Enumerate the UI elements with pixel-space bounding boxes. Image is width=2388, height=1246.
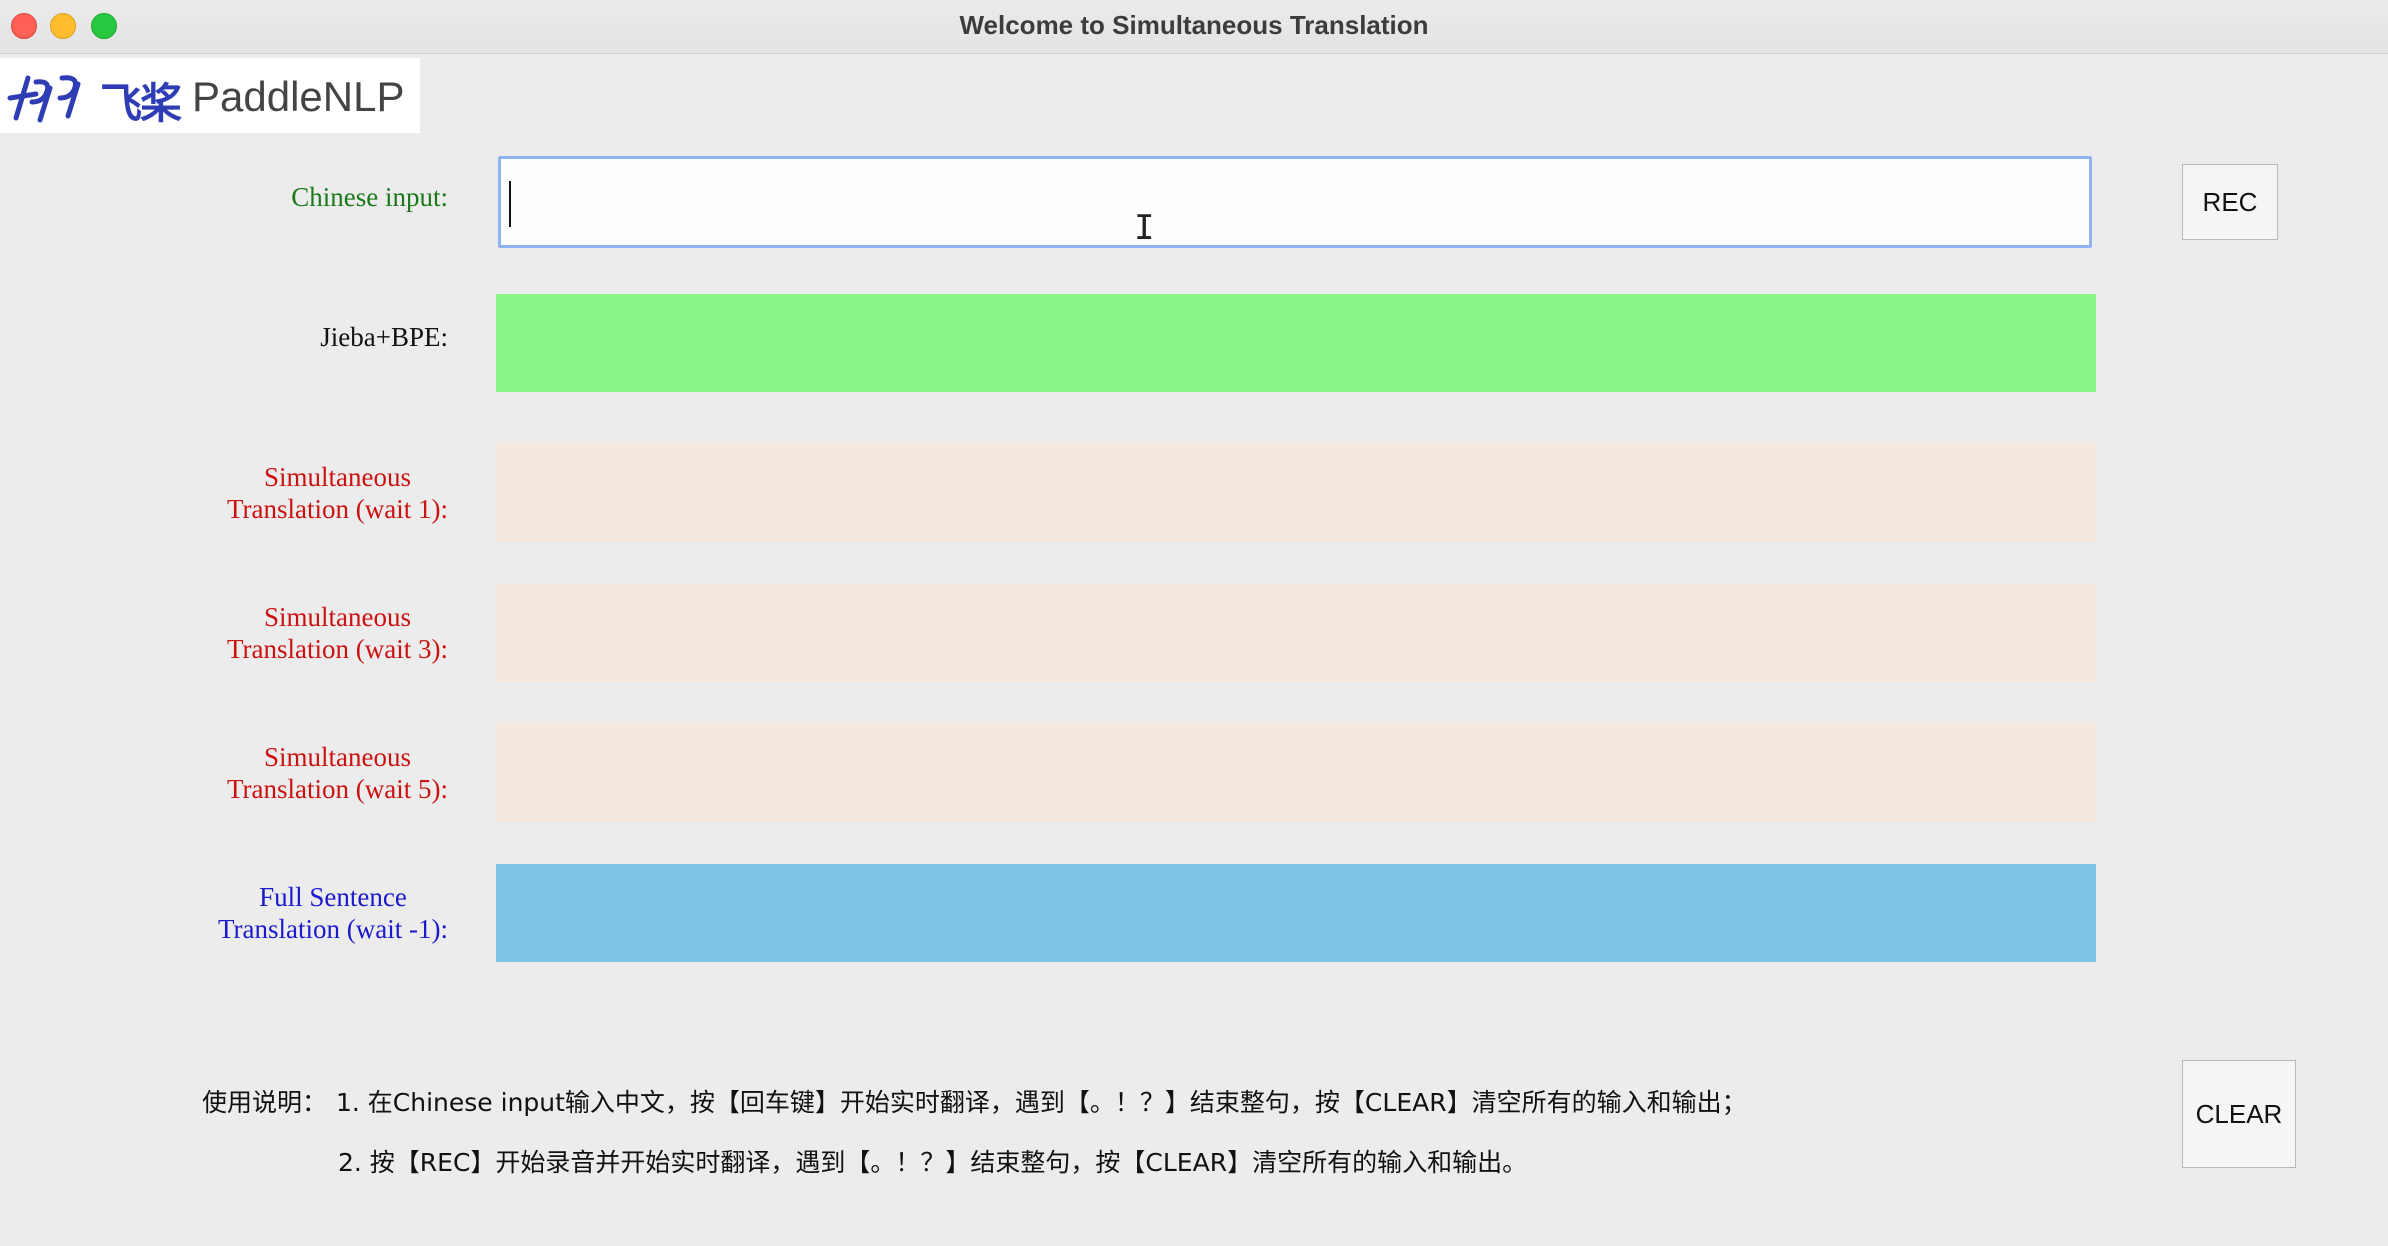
chinese-input-field[interactable]: I xyxy=(498,156,2092,248)
help-line-2: 2. 按【REC】开始录音并开始实时翻译，遇到【。！？】结束整句，按【CLEAR… xyxy=(338,1148,1528,1177)
jieba-bpe-output xyxy=(496,294,2096,392)
wait3-label: Simultaneous Translation (wait 3): xyxy=(227,602,448,664)
wait5-output xyxy=(496,724,2096,822)
window-title: Welcome to Simultaneous Translation xyxy=(959,10,1429,40)
wait3-output xyxy=(496,584,2096,682)
help-line-1: 1. 在Chinese input输入中文，按【回车键】开始实时翻译，遇到【。！… xyxy=(336,1088,1747,1117)
clear-button[interactable]: CLEAR xyxy=(2182,1060,2296,1168)
i-beam-cursor-icon: I xyxy=(1134,208,1155,248)
logo-english-text: PaddleNLP xyxy=(192,73,405,120)
full-sentence-label: Full Sentence Translation (wait -1): xyxy=(218,882,448,944)
text-caret xyxy=(509,181,511,227)
wait1-label: Simultaneous Translation (wait 1): xyxy=(227,462,448,524)
paddlenlp-logo: 飞桨 PaddleNLP xyxy=(0,58,420,133)
wait5-label: Simultaneous Translation (wait 5): xyxy=(227,742,448,804)
wait1-output xyxy=(496,444,2096,542)
help-prefix: 使用说明： xyxy=(202,1088,328,1117)
paddle-logo-icon xyxy=(7,75,81,123)
jieba-bpe-label: Jieba+BPE: xyxy=(320,322,448,352)
logo-chinese-text: 飞桨 xyxy=(100,79,182,128)
full-sentence-output xyxy=(496,864,2096,962)
rec-button[interactable]: REC xyxy=(2182,164,2278,240)
chinese-input-label: Chinese input: xyxy=(291,182,448,212)
title-bar: Welcome to Simultaneous Translation xyxy=(0,0,2388,54)
